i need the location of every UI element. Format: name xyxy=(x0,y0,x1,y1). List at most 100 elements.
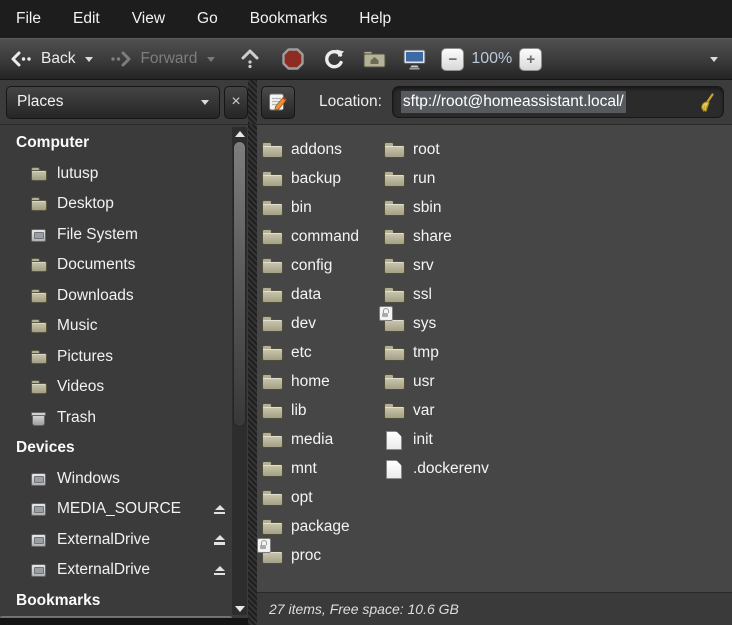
menu-bookmarks[interactable]: Bookmarks xyxy=(244,8,334,30)
folder-icon xyxy=(262,547,284,565)
file-item-srv[interactable]: srv xyxy=(384,251,506,280)
sidebar-scrollbar[interactable] xyxy=(232,127,247,615)
sidebar-item-videos[interactable]: Videos xyxy=(0,372,248,403)
file-item-ssl[interactable]: ssl xyxy=(384,280,506,309)
file-item-config[interactable]: config xyxy=(262,251,384,280)
file-item-backup[interactable]: backup xyxy=(262,164,384,193)
stop-button[interactable] xyxy=(281,47,305,71)
content-area: Computer lutusp Desktop File System Docu… xyxy=(0,125,732,625)
menu-file[interactable]: File xyxy=(10,8,47,30)
file-item-bin[interactable]: bin xyxy=(262,193,384,222)
pictures-folder-icon xyxy=(30,349,48,365)
file-item-proc[interactable]: proc xyxy=(262,541,384,570)
folder-icon xyxy=(384,373,406,391)
drive-icon xyxy=(30,471,48,487)
close-icon: × xyxy=(231,93,240,111)
file-item-mnt[interactable]: mnt xyxy=(262,454,384,483)
folder-icon xyxy=(262,489,284,507)
sidebar-item-media-source[interactable]: MEDIA_SOURCE xyxy=(0,494,248,525)
menu-view[interactable]: View xyxy=(126,8,171,30)
side-pane-mode-dropdown[interactable]: Places xyxy=(6,86,220,119)
menu-go[interactable]: Go xyxy=(191,8,224,30)
location-bar: Location: sftp://root@homeassistant.loca… xyxy=(257,86,732,119)
file-item-command[interactable]: command xyxy=(262,222,384,251)
up-button[interactable] xyxy=(241,49,259,69)
file-item-init[interactable]: init xyxy=(384,425,506,454)
pane-splitter[interactable] xyxy=(248,125,257,625)
sidebar-item-file-system[interactable]: File System xyxy=(0,220,248,251)
home-button[interactable] xyxy=(363,50,386,68)
eject-button[interactable] xyxy=(213,535,226,545)
folder-icon xyxy=(262,373,284,391)
menu-edit[interactable]: Edit xyxy=(67,8,106,30)
back-label: Back xyxy=(41,50,75,68)
back-button[interactable]: Back xyxy=(10,50,93,68)
file-item-var[interactable]: var xyxy=(384,396,506,425)
back-history-caret-icon[interactable] xyxy=(85,57,93,62)
drive-icon xyxy=(30,501,48,517)
file-item-dockerenv[interactable]: .dockerenv xyxy=(384,454,506,483)
home-folder-icon xyxy=(363,50,386,68)
forward-button[interactable]: Forward xyxy=(109,50,215,68)
edit-path-button[interactable] xyxy=(261,86,295,119)
scroll-up-arrow-icon[interactable] xyxy=(232,127,247,140)
file-item-package[interactable]: package xyxy=(262,512,384,541)
scroll-down-arrow-icon[interactable] xyxy=(232,602,247,615)
location-label: Location: xyxy=(319,93,382,111)
file-item-sys[interactable]: sys xyxy=(384,309,506,338)
sidebar-item-desktop[interactable]: Desktop xyxy=(0,189,248,220)
clear-location-broom-icon[interactable] xyxy=(698,93,715,114)
folder-icon xyxy=(262,199,284,217)
sidebar-item-trash[interactable]: Trash xyxy=(0,403,248,434)
file-item-usr[interactable]: usr xyxy=(384,367,506,396)
file-manager-window: File Edit View Go Bookmarks Help Back Fo… xyxy=(0,0,732,625)
reload-button[interactable] xyxy=(323,48,345,70)
sidebar-item-documents[interactable]: Documents xyxy=(0,250,248,281)
toolbar-overflow-button[interactable] xyxy=(700,57,718,62)
eject-button[interactable] xyxy=(213,505,226,515)
file-item-tmp[interactable]: tmp xyxy=(384,338,506,367)
videos-folder-icon xyxy=(30,379,48,395)
file-item-share[interactable]: share xyxy=(384,222,506,251)
scrollbar-thumb[interactable] xyxy=(233,141,246,427)
close-side-pane-button[interactable]: × xyxy=(224,86,248,119)
sidebar-item-home-lutusp[interactable]: lutusp xyxy=(0,159,248,190)
folder-icon xyxy=(384,141,406,159)
desktop-button[interactable] xyxy=(402,49,427,70)
menu-help[interactable]: Help xyxy=(353,8,397,30)
file-item-lib[interactable]: lib xyxy=(262,396,384,425)
home-folder-icon xyxy=(30,166,48,182)
file-item-addons[interactable]: addons xyxy=(262,135,384,164)
lock-emblem-icon xyxy=(379,306,393,321)
forward-history-caret-icon[interactable] xyxy=(207,57,215,62)
sidebar-item-downloads[interactable]: Downloads xyxy=(0,281,248,312)
file-item-sbin[interactable]: sbin xyxy=(384,193,506,222)
location-input[interactable]: sftp://root@homeassistant.local/ xyxy=(392,86,724,118)
forward-arrow-icon xyxy=(109,51,132,67)
places-dropdown-caret-icon xyxy=(201,100,209,105)
file-item-home[interactable]: home xyxy=(262,367,384,396)
file-item-run[interactable]: run xyxy=(384,164,506,193)
file-item-media[interactable]: media xyxy=(262,425,384,454)
sidebar-item-music[interactable]: Music xyxy=(0,311,248,342)
folder-icon xyxy=(384,344,406,362)
folder-icon xyxy=(262,460,284,478)
sidebar-item-externaldrive-2[interactable]: ExternalDrive xyxy=(0,555,248,586)
folder-icon xyxy=(262,257,284,275)
zoom-in-button[interactable]: + xyxy=(519,48,542,71)
sidebar-item-windows[interactable]: Windows xyxy=(0,464,248,495)
folder-icon xyxy=(262,141,284,159)
sidebar-item-externaldrive-1[interactable]: ExternalDrive xyxy=(0,525,248,556)
sidebar-item-pictures[interactable]: Pictures xyxy=(0,342,248,373)
file-item-opt[interactable]: opt xyxy=(262,483,384,512)
file-list: addons backup bin command config data de… xyxy=(257,125,732,592)
pane-splitter-top[interactable] xyxy=(248,80,257,124)
zoom-out-button[interactable]: − xyxy=(441,48,464,71)
downloads-folder-icon xyxy=(30,288,48,304)
eject-button[interactable] xyxy=(213,566,226,576)
file-item-data[interactable]: data xyxy=(262,280,384,309)
file-item-etc[interactable]: etc xyxy=(262,338,384,367)
file-item-dev[interactable]: dev xyxy=(262,309,384,338)
main-pane: addons backup bin command config data de… xyxy=(257,125,732,625)
file-item-root[interactable]: root xyxy=(384,135,506,164)
